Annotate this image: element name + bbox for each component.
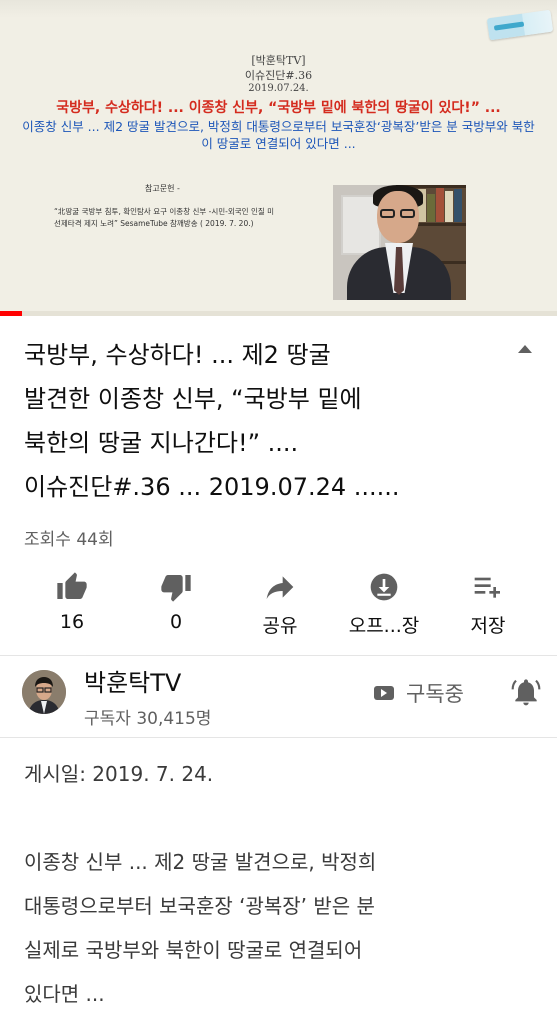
- divider: [0, 737, 557, 738]
- view-count: 조회수 44회: [24, 530, 114, 550]
- video-title[interactable]: 국방부, 수상하다! ... 제2 땅굴 발견한 이종창 신부, “국방부 밑에…: [24, 333, 494, 509]
- slide-series-label: 이슈진단#.36: [244, 69, 313, 82]
- description-line: 실제로 국방부와 북한이 땅굴로 연결되어: [24, 938, 363, 962]
- slide-subtitle: 이종창 신부 ... 제2 땅굴 발견으로, 박정희 대통령으로부터 보국훈장‘…: [22, 119, 535, 151]
- dislike-button[interactable]: 0: [126, 565, 226, 645]
- video-title-line: 발견한 이종창 신부, “국방부 밑에: [24, 385, 362, 413]
- slide-reference-heading: 참고문헌 -: [145, 184, 180, 193]
- offline-save-button[interactable]: 오프...장: [334, 565, 434, 645]
- slide-date: 2019.07.24.: [248, 83, 309, 94]
- slide-top-strip: [0, 0, 557, 18]
- video-title-line: 북한의 땅굴 지나간다!” ....: [24, 429, 299, 457]
- collapse-description-icon[interactable]: [518, 345, 532, 353]
- divider: [0, 655, 557, 656]
- share-label: 공유: [262, 615, 298, 637]
- slide-headline: 국방부, 수상하다! ... 이종창 신부, “국방부 밑에 북한의 땅굴이 있…: [56, 100, 501, 116]
- thumbs-up-icon: [57, 572, 87, 599]
- video-actions-row: 16 0 공유 오프...장 저장: [0, 565, 557, 645]
- thumbs-down-icon: [161, 575, 191, 602]
- channel-name[interactable]: 박훈탁TV: [84, 663, 181, 698]
- share-icon: [266, 576, 294, 599]
- subscriber-count: 구독자 30,415명: [84, 709, 212, 729]
- progress-track[interactable]: [0, 311, 557, 316]
- video-player[interactable]: [박훈탁TV] 이슈진단#.36 2019.07.24. 국방부, 수상하다! …: [0, 0, 557, 316]
- like-button[interactable]: 16: [22, 565, 122, 645]
- slide-channel-label: [박훈탁TV]: [251, 54, 306, 67]
- save-to-playlist-button[interactable]: 저장: [438, 565, 538, 645]
- share-button[interactable]: 공유: [230, 565, 330, 645]
- description-line: 있다면 ...: [24, 982, 105, 1006]
- channel-avatar[interactable]: [22, 670, 66, 714]
- save-playlist-icon: [474, 577, 500, 598]
- video-description: 이종창 신부 ... 제2 땅굴 발견으로, 박정희 대통령으로부터 보국훈장 …: [24, 840, 534, 1016]
- dislike-count: 0: [169, 611, 183, 633]
- bell-icon[interactable]: [510, 676, 542, 708]
- description-line: 이종창 신부 ... 제2 땅굴 발견으로, 박정희: [24, 850, 377, 874]
- youtube-play-icon: [374, 686, 394, 700]
- published-date: 게시일: 2019. 7. 24.: [24, 762, 214, 786]
- presenter-portrait: [333, 185, 466, 300]
- slide-reference-body: “北땅굴 국방부 침투, 확인탐사 요구 이종창 신부 -시민-외국인 인질 미…: [54, 207, 275, 228]
- subscribed-label: 구독중: [406, 682, 464, 706]
- description-line: 대통령으로부터 보국훈장 ‘광복장’ 받은 분: [24, 894, 375, 918]
- avatar-image: [22, 670, 66, 714]
- progress-bar-played[interactable]: [0, 311, 23, 316]
- offline-save-label: 오프...장: [348, 615, 420, 637]
- like-count: 16: [59, 611, 85, 633]
- video-title-line: 국방부, 수상하다! ... 제2 땅굴: [24, 341, 331, 369]
- save-label: 저장: [470, 615, 506, 637]
- video-title-line: 이슈진단#.36 ... 2019.07.24 ......: [24, 473, 400, 501]
- download-icon: [370, 573, 398, 601]
